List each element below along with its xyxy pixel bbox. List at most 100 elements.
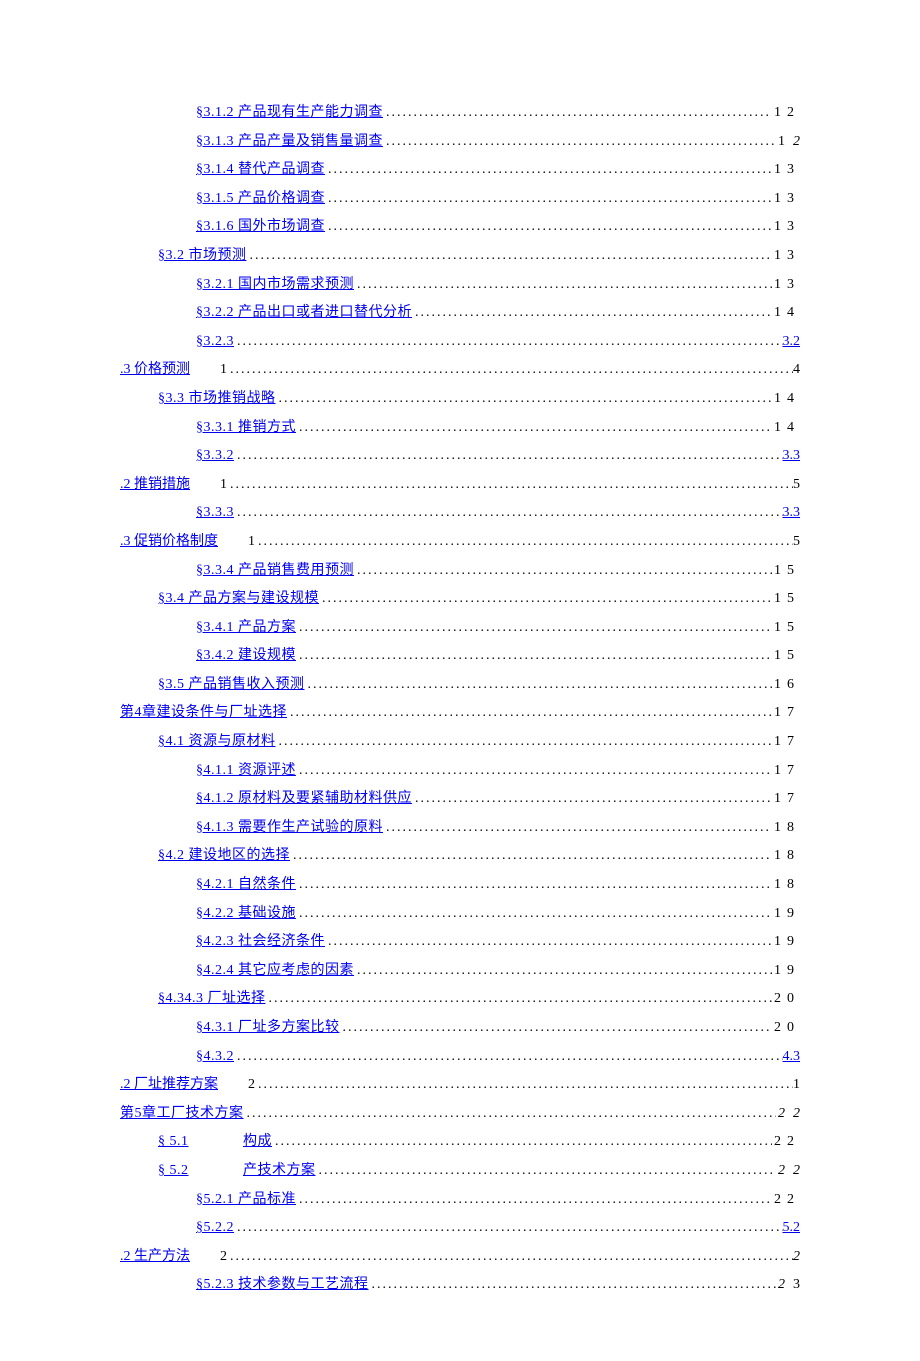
- toc-link[interactable]: 产技术方案: [243, 1158, 316, 1185]
- toc-dots: [319, 586, 772, 613]
- toc-page-number: 1: [793, 1072, 800, 1099]
- toc-link[interactable]: §3.3 市场推销战略: [158, 386, 276, 413]
- toc-link[interactable]: §4.3.1 厂址多方案比较: [196, 1015, 340, 1042]
- toc-page-number: 12: [772, 100, 800, 127]
- toc-dots: [354, 558, 772, 585]
- toc-page-number: 15: [772, 586, 800, 613]
- toc-link[interactable]: .2 厂址推荐方案: [120, 1072, 218, 1099]
- toc-link[interactable]: 第4章建设条件与厂址选择: [120, 700, 287, 727]
- toc-page-number: 5: [793, 529, 800, 556]
- toc-entry: §3.2.3 3.2: [120, 329, 800, 356]
- toc-link[interactable]: §3.4.2 建设规模: [196, 643, 296, 670]
- toc-link[interactable]: .2 生产方法: [120, 1244, 190, 1271]
- toc-trail-link[interactable]: 3.3: [783, 500, 801, 527]
- toc-link[interactable]: §3.4 产品方案与建设规模: [158, 586, 319, 613]
- toc-trail-link[interactable]: 5.2: [783, 1215, 801, 1242]
- toc-page-number: 19: [772, 958, 800, 985]
- toc-dots: [255, 1072, 793, 1099]
- toc-dots: [227, 1244, 793, 1271]
- toc-link[interactable]: §3.3.4 产品销售费用预测: [196, 558, 354, 585]
- toc-link[interactable]: 构成: [243, 1129, 272, 1156]
- toc-link[interactable]: §3.1.3 产品产量及销售量调查: [196, 129, 383, 156]
- toc-page-number: 13: [772, 214, 800, 241]
- toc-page-number: 14: [772, 386, 800, 413]
- toc-dots: [234, 329, 783, 356]
- toc-entry: §3.3.1 推销方式14: [120, 415, 800, 442]
- toc-link[interactable]: §3.1.4 替代产品调查: [196, 157, 325, 184]
- toc-link[interactable]: §4.2.2 基础设施: [196, 901, 296, 928]
- toc-page-number: 4: [793, 357, 800, 384]
- toc-entry: §4.1.1 资源评述 17: [120, 758, 800, 785]
- toc-page-number: 18: [772, 872, 800, 899]
- toc-link[interactable]: §4.1.1 资源评述: [196, 758, 296, 785]
- toc-dots: [296, 901, 772, 928]
- toc-link[interactable]: §4.2.1 自然条件: [196, 872, 296, 899]
- toc-link[interactable]: .3 价格预测: [120, 357, 190, 384]
- toc-entry: §3.3.3 3.3: [120, 500, 800, 527]
- toc-link[interactable]: §3.1.6 国外市场调查: [196, 214, 325, 241]
- toc-entry: §3.5 产品销售收入预测16: [120, 672, 800, 699]
- toc-page-number: 18: [772, 843, 800, 870]
- toc-entry: §4.2.3 社会经济条件19: [120, 929, 800, 956]
- toc-dots: [354, 958, 772, 985]
- toc-entry: §3.4.1 产品方案15: [120, 615, 800, 642]
- toc-link[interactable]: §4.34.3 厂址选择: [158, 986, 266, 1013]
- toc-link[interactable]: §4.2 建设地区的选择: [158, 843, 290, 870]
- toc-page-number: 2: [776, 1101, 791, 1128]
- toc-continuation-number: 2: [220, 1244, 227, 1271]
- toc-entry: § 5.1构成22: [120, 1129, 800, 1156]
- toc-entry: §4.2.4 其它应考虑的因素 19: [120, 958, 800, 985]
- toc-dots: [325, 157, 772, 184]
- toc-page-number: 17: [772, 786, 800, 813]
- toc-continuation: .2 生产方法 2 2: [120, 1244, 800, 1271]
- toc-entry: §3.3 市场推销战略 14: [120, 386, 800, 413]
- toc-link[interactable]: §3.1.2 产品现有生产能力调查: [196, 100, 383, 127]
- toc-link[interactable]: §4.2.3 社会经济条件: [196, 929, 325, 956]
- toc-link[interactable]: .3 促销价格制度: [120, 529, 218, 556]
- toc-link[interactable]: §4.2.4 其它应考虑的因素: [196, 958, 354, 985]
- toc-link[interactable]: .2 推销措施: [120, 472, 190, 499]
- toc-page-number: 22: [772, 1187, 800, 1214]
- toc-entry: §4.2.1 自然条件 18: [120, 872, 800, 899]
- toc-link[interactable]: §3.3.2: [196, 443, 234, 470]
- toc-link[interactable]: §3.3.3: [196, 500, 234, 527]
- toc-entry: §4.1.2 原材料及要紧辅助材料供应 17: [120, 786, 800, 813]
- toc-page-number: 13: [772, 243, 800, 270]
- toc-continuation: .3 促销价格制度15: [120, 529, 800, 556]
- toc-trail-link[interactable]: 4.3: [783, 1044, 801, 1071]
- toc-entry: §5.2.1 产品标准 22: [120, 1187, 800, 1214]
- toc-link[interactable]: §3.2 市场预测: [158, 243, 247, 270]
- toc-dots: [296, 872, 772, 899]
- toc-page-number: 17: [772, 758, 800, 785]
- toc-link[interactable]: §3.3.1 推销方式: [196, 415, 296, 442]
- toc-link[interactable]: §3.2.2 产品出口或者进口替代分析: [196, 300, 412, 327]
- toc-section-number[interactable]: § 5.1: [158, 1129, 243, 1156]
- toc-entry: 第5章工厂技术方案22: [120, 1101, 800, 1128]
- toc-page-number: 2: [793, 1244, 800, 1271]
- toc-dots: [325, 186, 772, 213]
- toc-link[interactable]: §5.2.3 技术参数与工艺流程: [196, 1272, 369, 1299]
- toc-link[interactable]: 第5章工厂技术方案: [120, 1101, 244, 1128]
- toc-link[interactable]: §4.1.2 原材料及要紧辅助材料供应: [196, 786, 412, 813]
- toc-link[interactable]: §3.5 产品销售收入预测: [158, 672, 305, 699]
- toc-entry: §4.2 建设地区的选择 18: [120, 843, 800, 870]
- toc-page-number: 1: [776, 129, 791, 156]
- toc-page-number: 5: [793, 472, 800, 499]
- toc-trail-link[interactable]: 3.2: [783, 329, 801, 356]
- toc-continuation-number: 2: [248, 1072, 255, 1099]
- toc-link[interactable]: §3.4.1 产品方案: [196, 615, 296, 642]
- toc-entry: §4.3.2 4.3: [120, 1044, 800, 1071]
- toc-section-number[interactable]: § 5.2: [158, 1158, 243, 1185]
- toc-link[interactable]: §4.3.2: [196, 1044, 234, 1071]
- toc-link[interactable]: §4.1 资源与原材料: [158, 729, 276, 756]
- toc-link[interactable]: §3.2.3: [196, 329, 234, 356]
- toc-link[interactable]: §4.1.3 需要作生产试验的原料: [196, 815, 383, 842]
- toc-page-number: 2: [776, 1272, 791, 1299]
- toc-link[interactable]: §5.2.2: [196, 1215, 234, 1242]
- toc-link[interactable]: §3.1.5 产品价格调查: [196, 186, 325, 213]
- toc-link[interactable]: §5.2.1 产品标准: [196, 1187, 296, 1214]
- toc-link[interactable]: §3.2.1 国内市场需求预测: [196, 272, 354, 299]
- toc-dots: [290, 843, 772, 870]
- toc-trail-link[interactable]: 3.3: [783, 443, 801, 470]
- toc-dots: [325, 929, 772, 956]
